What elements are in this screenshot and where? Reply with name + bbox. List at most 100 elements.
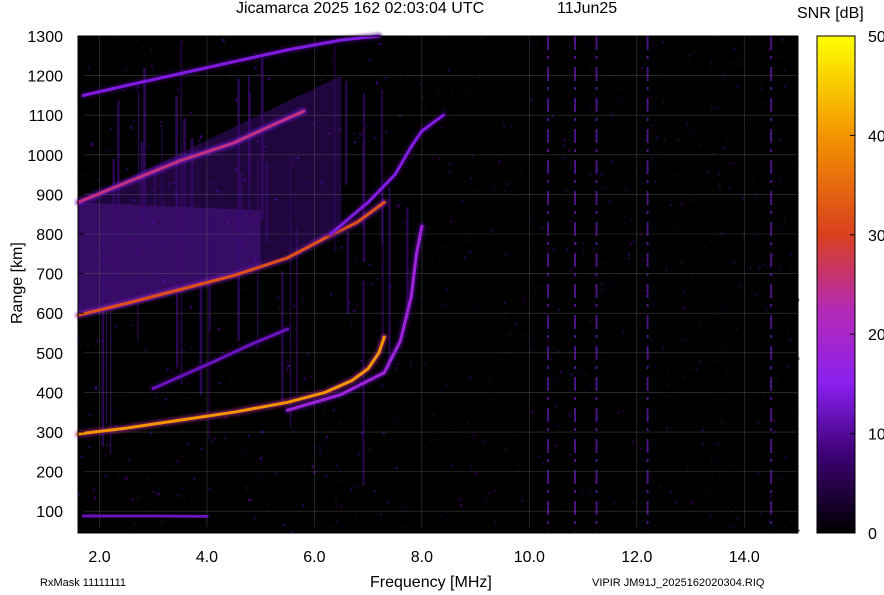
- noise-speckle: [783, 221, 786, 224]
- noise-speckle: [773, 254, 776, 257]
- noise-speckle: [690, 211, 693, 214]
- noise-speckle: [778, 265, 781, 268]
- noise-speckle: [656, 136, 659, 140]
- noise-speckle: [632, 502, 634, 504]
- noise-speckle: [409, 362, 412, 364]
- noise-speckle: [663, 139, 666, 142]
- noise-speckle: [641, 67, 643, 70]
- noise-speckle: [512, 434, 515, 437]
- noise-speckle: [691, 501, 694, 505]
- noise-speckle: [323, 409, 326, 413]
- noise-speckle: [497, 359, 500, 361]
- noise-speckle: [564, 443, 566, 447]
- noise-speckle: [486, 456, 489, 458]
- noise-speckle: [682, 291, 685, 295]
- y-tick-label: 1200: [27, 69, 63, 86]
- noise-speckle: [469, 465, 472, 468]
- noise-speckle: [142, 45, 145, 49]
- noise-speckle: [374, 137, 377, 140]
- noise-speckle: [245, 282, 248, 284]
- noise-speckle: [691, 130, 694, 133]
- noise-speckle: [493, 489, 496, 493]
- noise-speckle: [562, 489, 565, 491]
- noise-speckle: [110, 127, 113, 130]
- noise-speckle: [699, 360, 702, 364]
- noise-speckle: [247, 363, 250, 365]
- noise-speckle: [166, 368, 169, 371]
- noise-speckle: [398, 114, 401, 118]
- noise-speckle: [309, 375, 312, 378]
- noise-speckle: [657, 521, 660, 524]
- noise-speckle: [740, 284, 742, 288]
- noise-speckle: [582, 241, 585, 245]
- noise-speckle: [731, 503, 734, 505]
- noise-speckle: [465, 386, 468, 388]
- noise-speckle: [303, 377, 306, 380]
- noise-speckle: [505, 254, 508, 256]
- noise-speckle: [127, 458, 130, 462]
- noise-speckle: [562, 143, 565, 146]
- noise-speckle: [724, 524, 727, 526]
- noise-speckle: [535, 252, 538, 254]
- noise-speckle: [559, 370, 562, 374]
- noise-speckle: [635, 172, 638, 176]
- noise-speckle: [326, 435, 329, 439]
- noise-speckle: [552, 248, 555, 251]
- noise-speckle: [755, 65, 757, 67]
- noise-speckle: [89, 414, 91, 417]
- ionogram-chart: 2.0 4.0 6.0 8.0 10.0 12.0 14.0 100200300400500…: [27, 29, 884, 566]
- noise-speckle: [588, 491, 591, 494]
- noise-speckle: [244, 451, 247, 455]
- noise-speckle: [785, 502, 788, 505]
- noise-speckle: [620, 89, 623, 91]
- noise-speckle: [126, 477, 129, 480]
- noise-speckle: [540, 175, 543, 179]
- noise-speckle: [478, 208, 481, 210]
- noise-speckle: [418, 297, 421, 300]
- noise-speckle: [589, 68, 592, 70]
- noise-speckle: [570, 373, 573, 376]
- noise-speckle: [429, 44, 432, 47]
- noise-speckle: [447, 69, 450, 72]
- noise-speckle: [718, 172, 721, 175]
- noise-speckle: [187, 381, 190, 383]
- noise-speckle: [601, 187, 604, 190]
- noise-speckle: [350, 321, 352, 325]
- noise-speckle: [710, 65, 713, 67]
- noise-speckle: [549, 157, 552, 159]
- noise-speckle: [745, 118, 748, 121]
- noise-speckle: [762, 102, 764, 104]
- noise-speckle: [653, 130, 656, 133]
- noise-speckle: [182, 349, 185, 352]
- noise-speckle: [156, 134, 159, 136]
- noise-speckle: [565, 190, 568, 193]
- noise-speckle: [716, 443, 719, 446]
- noise-speckle: [591, 327, 594, 331]
- noise-speckle: [789, 253, 792, 256]
- noise-speckle: [767, 274, 770, 276]
- noise-speckle: [509, 332, 512, 336]
- colorbar: [816, 35, 856, 534]
- noise-speckle: [625, 188, 628, 191]
- noise-speckle: [502, 124, 505, 127]
- noise-speckle: [731, 414, 734, 416]
- x-tick-label: 4.0: [196, 549, 218, 566]
- noise-speckle: [702, 443, 704, 447]
- noise-speckle: [590, 214, 593, 217]
- noise-speckle: [780, 227, 783, 230]
- colorbar-tick-label: 30: [868, 228, 884, 245]
- noise-speckle: [662, 249, 665, 251]
- noise-speckle: [217, 327, 220, 331]
- noise-speckle: [554, 443, 557, 447]
- noise-speckle: [374, 180, 376, 182]
- noise-speckle: [605, 482, 608, 485]
- y-tick-label: 500: [36, 346, 63, 363]
- noise-speckle: [728, 187, 731, 190]
- noise-speckle: [650, 157, 653, 160]
- noise-speckle: [652, 418, 654, 420]
- y-tick-label: 100: [36, 504, 63, 521]
- noise-speckle: [780, 241, 783, 243]
- noise-speckle: [355, 257, 358, 260]
- noise-speckle: [266, 344, 269, 348]
- noise-speckle: [95, 463, 98, 465]
